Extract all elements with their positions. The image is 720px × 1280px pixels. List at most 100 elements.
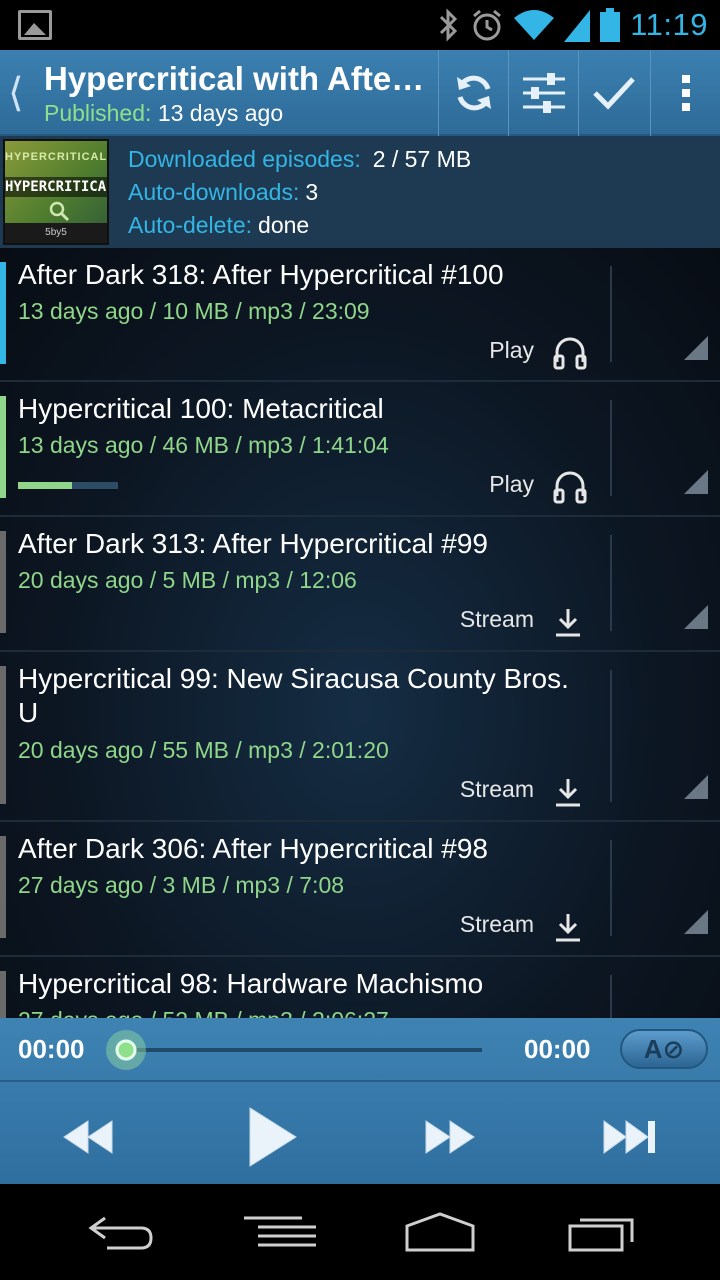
episode-status-bar <box>0 971 6 1018</box>
podcast-title[interactable]: Hypercritical with After Dark <box>44 60 432 98</box>
auto-downloads-label: Auto-downloads: <box>128 179 300 205</box>
auto-downloads-value: 3 <box>305 179 319 205</box>
cover-top-text: HYPERCRITICAL <box>5 151 108 163</box>
episode-expand-corner-icon[interactable] <box>684 910 708 934</box>
back-icon <box>88 1216 153 1250</box>
stream-label[interactable]: Stream <box>460 911 534 938</box>
fast-forward-icon <box>425 1120 475 1154</box>
skip-next-icon <box>603 1120 655 1154</box>
skip-next-button[interactable] <box>600 1102 660 1172</box>
episode-progress-bar <box>18 482 118 489</box>
magnifier-icon <box>49 201 70 222</box>
seek-row: 00:00 00:00 A⊘ <box>0 1018 720 1082</box>
settings-button[interactable] <box>508 50 578 136</box>
bluetooth-icon <box>440 8 458 42</box>
cover-title: HYPERCRITICAL <box>5 177 109 197</box>
episode-divider <box>610 975 612 1018</box>
wifi-icon <box>514 10 555 40</box>
episode-progress-fill <box>18 482 72 489</box>
ab-repeat-button[interactable]: A⊘ <box>620 1029 708 1069</box>
auto-delete-row: Auto-delete: done <box>128 212 309 239</box>
episode-divider <box>610 670 612 802</box>
play-label[interactable]: Play <box>489 337 534 364</box>
headphones-icon[interactable] <box>552 334 588 370</box>
settings-sliders-icon <box>522 73 565 113</box>
podcast-cover-image: HYPERCRITICAL HYPERCRITICAL 5by5 <box>3 139 109 245</box>
check-icon <box>592 77 635 110</box>
seek-thumb[interactable] <box>106 1030 146 1070</box>
episode-title: After Dark 306: After Hypercritical #98 <box>18 833 488 864</box>
episode-divider <box>610 535 612 631</box>
refresh-button[interactable] <box>438 50 508 136</box>
published-info: Published: 13 days ago <box>44 100 283 127</box>
episode-meta: 20 days ago / 55 MB / mp3 / 2:01:20 <box>18 737 389 763</box>
episode-item[interactable]: Hypercritical 99: New Siracusa County Br… <box>0 652 720 822</box>
fast-forward-button[interactable] <box>420 1102 480 1172</box>
media-player: 00:00 00:00 A⊘ <box>0 1018 720 1184</box>
stream-label[interactable]: Stream <box>460 776 534 803</box>
episode-expand-corner-icon[interactable] <box>684 775 708 799</box>
episode-item[interactable]: Hypercritical 98: Hardware Machismo 27 d… <box>0 957 720 1018</box>
episode-status-bar <box>0 396 6 498</box>
episode-divider <box>610 840 612 936</box>
published-value: 13 days ago <box>157 100 284 126</box>
home-icon <box>405 1212 475 1252</box>
auto-delete-value: done <box>258 212 310 238</box>
signal-icon <box>564 10 591 42</box>
download-icon[interactable] <box>550 603 586 639</box>
episode-list[interactable]: After Dark 318: After Hypercritical #100… <box>0 248 720 1018</box>
stream-label[interactable]: Stream <box>460 606 534 633</box>
downloaded-value: 2 / 57 MB <box>372 146 472 172</box>
episode-meta: 20 days ago / 5 MB / mp3 / 12:06 <box>18 567 357 593</box>
downloaded-episodes-row: Downloaded episodes: 2 / 57 MB <box>128 146 471 173</box>
action-bar: ⟨ Hypercritical with After Dark Publishe… <box>0 50 720 136</box>
rewind-icon <box>63 1120 113 1154</box>
status-icons: 11:19 <box>438 4 708 46</box>
rewind-button[interactable] <box>58 1102 118 1172</box>
elapsed-time: 00:00 <box>18 1034 85 1064</box>
episode-expand-corner-icon[interactable] <box>684 336 708 360</box>
cover-network-label: 5by5 <box>5 223 107 243</box>
up-navigation-icon[interactable]: ⟨ <box>8 70 24 116</box>
play-button[interactable] <box>240 1102 304 1172</box>
episode-expand-corner-icon[interactable] <box>684 605 708 629</box>
episode-item[interactable]: Hypercritical 100: Metacritical 13 days … <box>0 382 720 517</box>
back-button[interactable] <box>80 1204 160 1260</box>
auto-delete-label: Auto-delete: <box>128 212 253 238</box>
episode-title: After Dark 318: After Hypercritical #100 <box>18 259 504 290</box>
overflow-menu-button[interactable] <box>650 50 720 136</box>
home-button[interactable] <box>400 1204 480 1260</box>
mark-done-button[interactable] <box>578 50 648 136</box>
episode-item[interactable]: After Dark 313: After Hypercritical #99 … <box>0 517 720 652</box>
episode-status-bar <box>0 666 6 804</box>
battery-icon <box>600 8 621 42</box>
episode-title: Hypercritical 99: New Siracusa County Br… <box>18 663 569 728</box>
play-label[interactable]: Play <box>489 471 534 498</box>
seek-bar[interactable] <box>124 1048 482 1052</box>
menu-icon <box>244 1216 316 1247</box>
headphones-icon[interactable] <box>552 468 588 504</box>
auto-downloads-row: Auto-downloads: 3 <box>128 179 318 206</box>
refresh-icon <box>456 75 491 111</box>
download-icon[interactable] <box>550 773 586 809</box>
episode-meta: 13 days ago / 10 MB / mp3 / 23:09 <box>18 298 370 324</box>
episode-status-bar <box>0 836 6 938</box>
recent-apps-icon <box>568 1218 634 1252</box>
play-icon <box>249 1107 297 1167</box>
download-icon[interactable] <box>550 908 586 944</box>
episode-meta: 13 days ago / 46 MB / mp3 / 1:41:04 <box>18 432 389 458</box>
episode-title: Hypercritical 98: Hardware Machismo <box>18 968 484 999</box>
episode-expand-corner-icon[interactable] <box>684 470 708 494</box>
total-time: 00:00 <box>524 1034 591 1064</box>
episode-item[interactable]: After Dark 306: After Hypercritical #98 … <box>0 822 720 957</box>
menu-button[interactable] <box>240 1204 320 1260</box>
episode-divider <box>610 266 612 362</box>
downloaded-label: Downloaded episodes: <box>128 146 361 172</box>
alarm-icon <box>473 9 502 41</box>
episode-divider <box>610 400 612 496</box>
recent-apps-button[interactable] <box>562 1204 642 1260</box>
overflow-menu-icon <box>681 75 690 111</box>
episode-title: Hypercritical 100: Metacritical <box>18 393 384 424</box>
podcast-header: HYPERCRITICAL HYPERCRITICAL 5by5 Downloa… <box>0 136 720 248</box>
episode-item[interactable]: After Dark 318: After Hypercritical #100… <box>0 248 720 382</box>
